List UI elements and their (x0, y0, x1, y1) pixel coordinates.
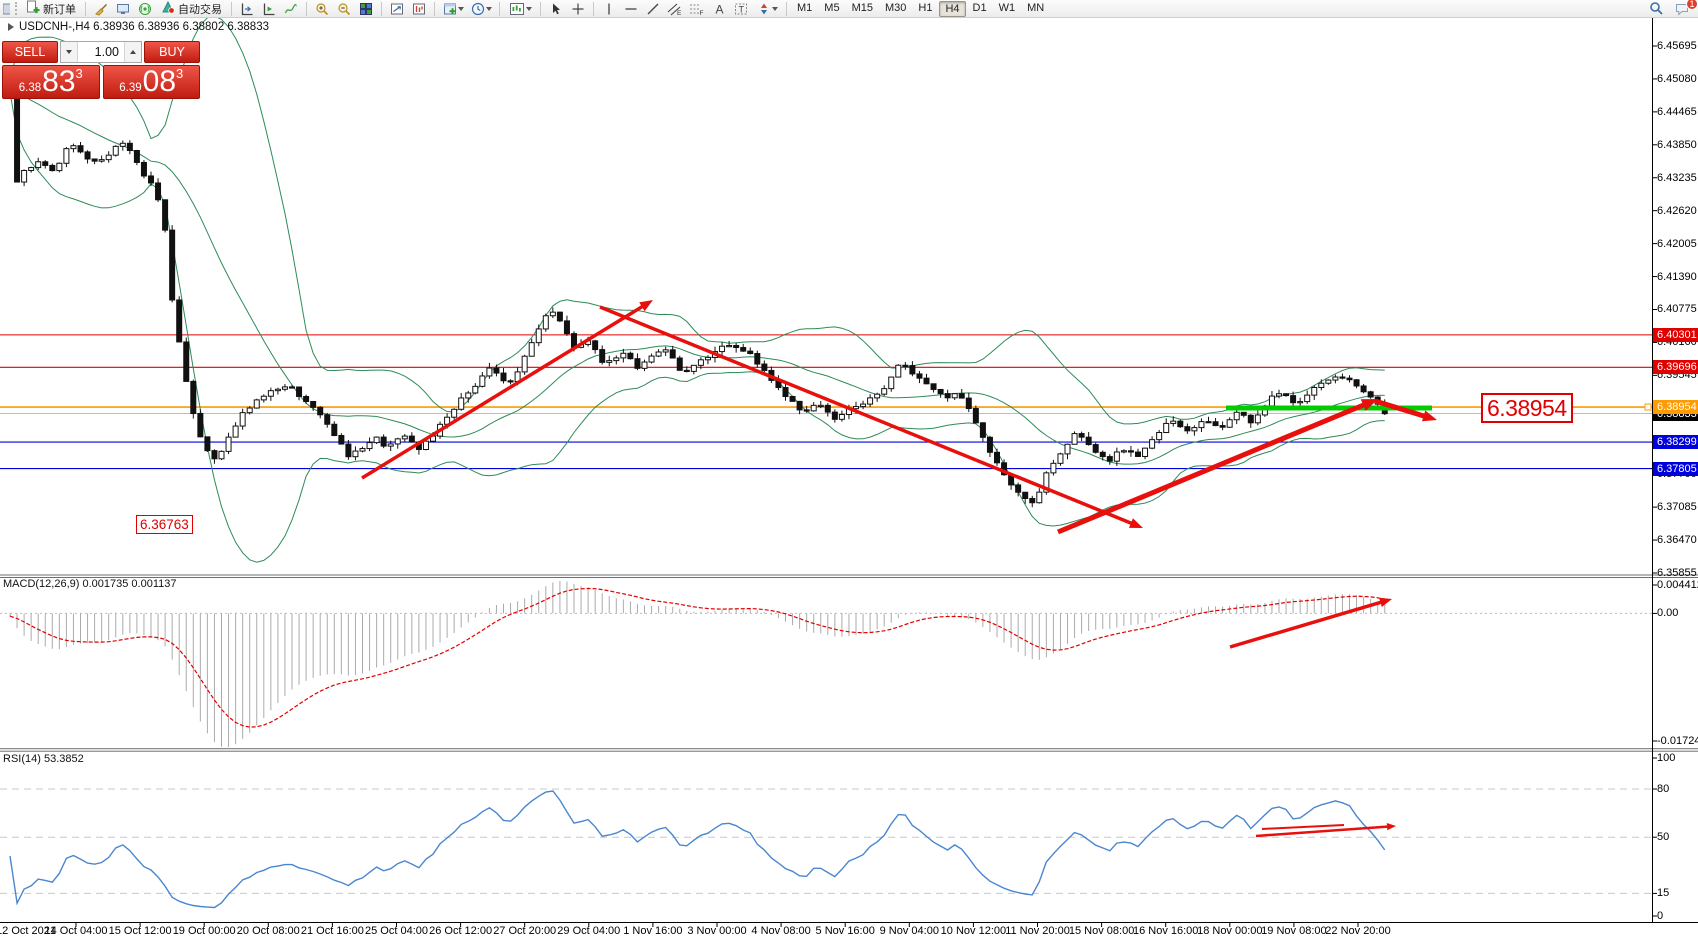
toolbar-grip (15, 2, 18, 15)
line-studies-icon[interactable] (281, 1, 301, 17)
toolbar-separator (499, 2, 500, 16)
timeframe-m30[interactable]: M30 (880, 1, 911, 17)
volume-value[interactable]: 1.00 (78, 42, 124, 62)
zoom-in-icon[interactable] (312, 1, 332, 17)
new-order-icon (26, 0, 40, 17)
fibonacci-tool-icon[interactable]: F (687, 1, 707, 17)
symbols-icon[interactable] (2, 1, 11, 17)
auto-trading-icon (161, 0, 175, 17)
annotation-low-price[interactable]: 6.36763 (136, 515, 193, 534)
timeframe-mn[interactable]: MN (1022, 1, 1049, 17)
auto-trading-button[interactable]: 自动交易 (157, 1, 226, 17)
timeframe-m15[interactable]: M15 (847, 1, 878, 17)
sell-price-big: 83 (42, 68, 75, 96)
new-order-button[interactable]: 新订单 (22, 1, 80, 17)
volume-stepper[interactable]: 1.00 (60, 41, 142, 63)
macd-pane-label: MACD(12,26,9) 0.001735 0.001137 (3, 578, 176, 590)
chart-objects-icon[interactable] (409, 1, 429, 17)
timeframe-m1[interactable]: M1 (792, 1, 817, 17)
toolbar-separator (434, 2, 435, 16)
buy-price-tile[interactable]: 6.39 08 3 (103, 65, 201, 99)
buy-price-sup: 3 (176, 67, 183, 80)
text-label-tool-icon[interactable]: T (731, 1, 751, 17)
svg-text:E: E (677, 10, 682, 16)
zoom-out-icon[interactable] (334, 1, 354, 17)
timeframe-m5[interactable]: M5 (819, 1, 844, 17)
buy-button[interactable]: BUY (144, 41, 200, 63)
periods-clock-button[interactable] (468, 1, 494, 17)
toolbar-separator (540, 2, 541, 16)
arrows-tool-button[interactable] (753, 1, 781, 17)
new-order-label: 新订单 (43, 1, 76, 17)
toolbar-separator (231, 2, 232, 16)
chart-title-text: USDCNH-,H4 6.38936 6.38936 6.38802 6.388… (19, 21, 269, 33)
one-click-trading-panel: SELL 1.00 BUY 6.38 83 3 6.39 08 3 (2, 41, 200, 99)
strategy-tester-icon[interactable] (387, 1, 407, 17)
toolbar-separator (786, 2, 787, 16)
annotation-target-price[interactable]: 6.38954 (1481, 393, 1573, 423)
chart-type-button[interactable] (505, 1, 535, 17)
tile-windows-icon[interactable] (356, 1, 376, 17)
auto-scroll-icon[interactable] (259, 1, 279, 17)
sell-button[interactable]: SELL (2, 41, 58, 63)
rsi-pane-label: RSI(14) 53.3852 (3, 753, 84, 765)
trendline-tool-icon[interactable] (643, 1, 663, 17)
text-tool-icon[interactable]: A (709, 1, 729, 17)
toolbar-separator (85, 2, 86, 16)
market-watch-icon[interactable] (113, 1, 133, 17)
volume-increase-button[interactable] (124, 42, 141, 62)
chart-canvas[interactable] (0, 0, 1698, 939)
svg-text:T: T (739, 4, 745, 14)
chart-shift-icon[interactable] (237, 1, 257, 17)
mt4-terminal: 新订单 自动交易 E F A T (0, 0, 1698, 939)
buy-price-big: 08 (143, 68, 176, 96)
crosshair-tool-icon[interactable] (568, 1, 588, 17)
signals-icon[interactable] (135, 1, 155, 17)
vertical-line-tool-icon[interactable] (599, 1, 619, 17)
top-toolbar: 新订单 自动交易 E F A T (0, 0, 1698, 18)
volume-decrease-button[interactable] (61, 42, 78, 62)
toolbar-separator (306, 2, 307, 16)
timeframe-d1[interactable]: D1 (968, 1, 992, 17)
sell-price-tile[interactable]: 6.38 83 3 (2, 65, 100, 99)
sell-price-prefix: 6.38 (19, 81, 41, 96)
chart-title: USDCNH-,H4 6.38936 6.38936 6.38802 6.388… (7, 21, 269, 33)
timeframe-w1[interactable]: W1 (994, 1, 1021, 17)
search-icon[interactable] (1646, 1, 1666, 17)
svg-text:F: F (700, 10, 704, 16)
community-chat-button[interactable]: 1 (1672, 1, 1692, 17)
sell-price-sup: 3 (76, 67, 83, 80)
buy-price-prefix: 6.39 (119, 81, 141, 96)
toolbar-separator (381, 2, 382, 16)
auto-trading-label: 自动交易 (178, 1, 222, 17)
toolbar-separator (593, 2, 594, 16)
clean-charts-icon[interactable] (91, 1, 111, 17)
new-chart-button[interactable] (440, 1, 466, 17)
notification-badge: 1 (1686, 0, 1698, 10)
timeframe-h4[interactable]: H4 (939, 1, 965, 17)
svg-text:A: A (716, 2, 724, 16)
cursor-tool-icon[interactable] (546, 1, 566, 17)
horizontal-line-tool-icon[interactable] (621, 1, 641, 17)
symbol-marker-icon (8, 23, 14, 31)
timeframe-h1[interactable]: H1 (913, 1, 937, 17)
equidistant-channel-tool-icon[interactable]: E (665, 1, 685, 17)
